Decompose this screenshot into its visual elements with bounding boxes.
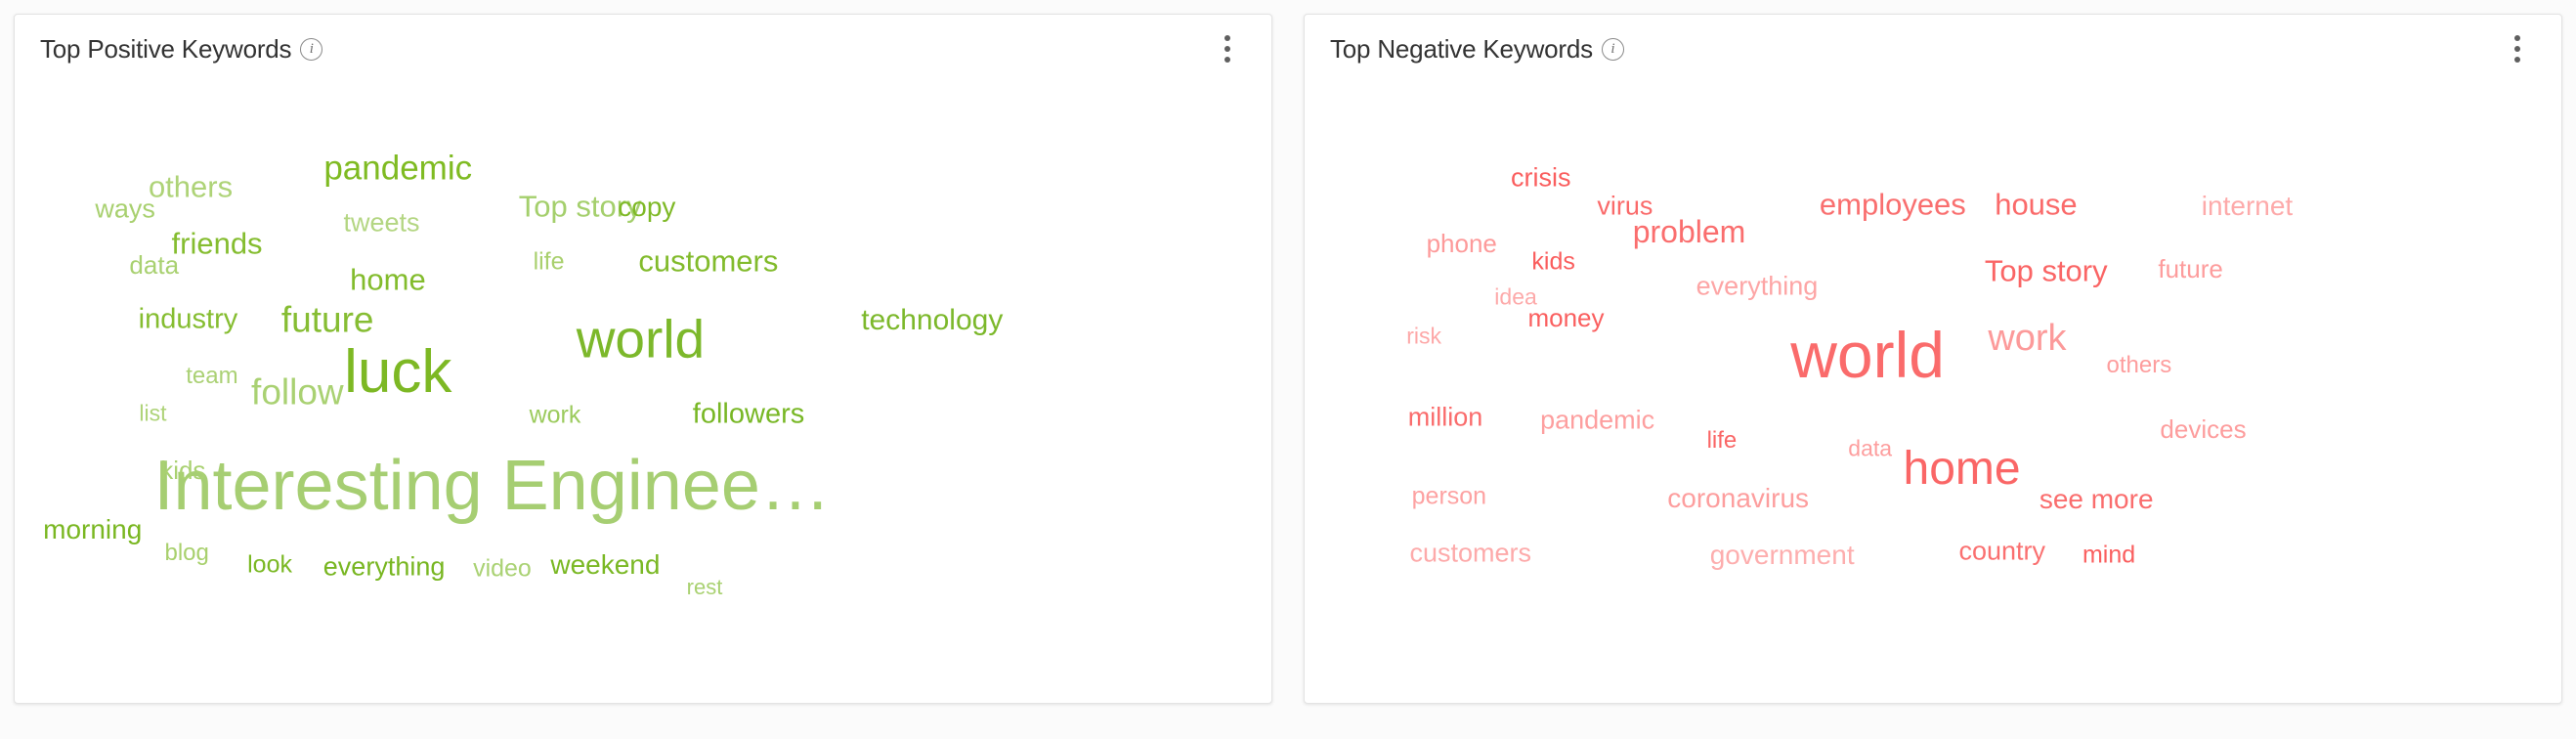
wordcloud-word[interactable]: followers xyxy=(693,400,804,429)
wordcloud-word[interactable]: house xyxy=(1995,189,2077,219)
wordcloud-word[interactable]: internet xyxy=(2202,192,2293,220)
wordcloud-word[interactable]: others xyxy=(2107,354,2172,377)
wordcloud-word[interactable]: million xyxy=(1408,404,1483,430)
wordcloud-word[interactable]: kids xyxy=(160,457,205,483)
wordcloud-word[interactable]: look xyxy=(247,552,292,578)
wordcloud-word[interactable]: data xyxy=(1848,437,1892,459)
wordcloud-word[interactable]: pandemic xyxy=(323,151,472,185)
wordcloud-word[interactable]: problem xyxy=(1633,216,1746,247)
wordcloud-word[interactable]: customers xyxy=(1409,540,1531,567)
wordcloud-word[interactable]: crisis xyxy=(1511,164,1571,191)
wordcloud-word[interactable]: see more xyxy=(2039,486,2154,513)
wordcloud-word[interactable]: technology xyxy=(861,306,1003,335)
wordcloud-word[interactable]: rest xyxy=(687,576,723,598)
wordcloud-word[interactable]: copy xyxy=(618,194,675,221)
wordcloud-word[interactable]: Top story xyxy=(1985,255,2108,285)
wordcloud-word[interactable]: government xyxy=(1710,541,1855,569)
wordcloud-negative: world home work employees problem house Top st… xyxy=(1305,15,2561,703)
wordcloud-word[interactable]: industry xyxy=(139,305,238,333)
wordcloud-word[interactable]: home xyxy=(1904,445,2021,493)
wordcloud-word[interactable]: future xyxy=(2158,256,2223,282)
wordcloud-positive: Interesting Enginee… luck world pandemic fut… xyxy=(15,15,1271,703)
wordcloud-word[interactable]: phone xyxy=(1427,231,1497,256)
wordcloud-word[interactable]: world xyxy=(1790,323,1945,387)
wordcloud-word[interactable]: coronavirus xyxy=(1667,484,1809,512)
wordcloud-word[interactable]: pandemic xyxy=(1540,407,1654,434)
wordcloud-word[interactable]: world xyxy=(577,312,705,367)
wordcloud-word[interactable]: life xyxy=(534,249,565,275)
keyword-clouds-board: Top Positive Keywords i Interesting Engi… xyxy=(0,0,2576,739)
wordcloud-word[interactable]: ways xyxy=(95,196,155,222)
wordcloud-word[interactable]: risk xyxy=(1406,325,1441,348)
wordcloud-word[interactable]: morning xyxy=(43,515,142,543)
wordcloud-word[interactable]: everything xyxy=(1696,273,1819,300)
wordcloud-word[interactable]: kids xyxy=(1531,249,1574,275)
wordcloud-word[interactable]: country xyxy=(1958,538,2045,565)
wordcloud-word[interactable]: virus xyxy=(1597,193,1653,219)
wordcloud-word[interactable]: tweets xyxy=(343,209,419,237)
wordcloud-word[interactable]: Interesting Enginee… xyxy=(153,451,830,521)
wordcloud-word[interactable]: customers xyxy=(638,246,778,277)
wordcloud-word[interactable]: mind xyxy=(2082,543,2135,567)
wordcloud-word[interactable]: video xyxy=(473,556,532,581)
wordcloud-word[interactable]: follow xyxy=(251,373,344,410)
wordcloud-word[interactable]: money xyxy=(1527,305,1604,330)
wordcloud-word[interactable]: life xyxy=(1707,429,1738,453)
panel-top-positive-keywords: Top Positive Keywords i Interesting Engi… xyxy=(14,14,1272,704)
wordcloud-word[interactable]: home xyxy=(350,265,426,295)
wordcloud-word[interactable]: weekend xyxy=(550,551,660,579)
wordcloud-word[interactable]: idea xyxy=(1494,285,1536,308)
wordcloud-word[interactable]: person xyxy=(1412,484,1486,508)
wordcloud-word[interactable]: devices xyxy=(2160,416,2246,442)
wordcloud-word[interactable]: friends xyxy=(172,228,263,258)
wordcloud-word[interactable]: everything xyxy=(323,553,446,580)
wordcloud-word[interactable]: work xyxy=(1988,320,2066,357)
wordcloud-word[interactable]: blog xyxy=(164,541,208,565)
wordcloud-word[interactable]: list xyxy=(139,402,166,425)
wordcloud-word[interactable]: future xyxy=(281,301,374,337)
wordcloud-word[interactable]: luck xyxy=(344,342,451,403)
wordcloud-word[interactable]: employees xyxy=(1820,189,1966,219)
wordcloud-word[interactable]: work xyxy=(530,403,581,427)
wordcloud-word[interactable]: team xyxy=(186,365,237,388)
wordcloud-word[interactable]: data xyxy=(129,252,179,278)
wordcloud-word[interactable]: others xyxy=(149,172,233,202)
panel-top-negative-keywords: Top Negative Keywords i world home work emp… xyxy=(1304,14,2562,704)
